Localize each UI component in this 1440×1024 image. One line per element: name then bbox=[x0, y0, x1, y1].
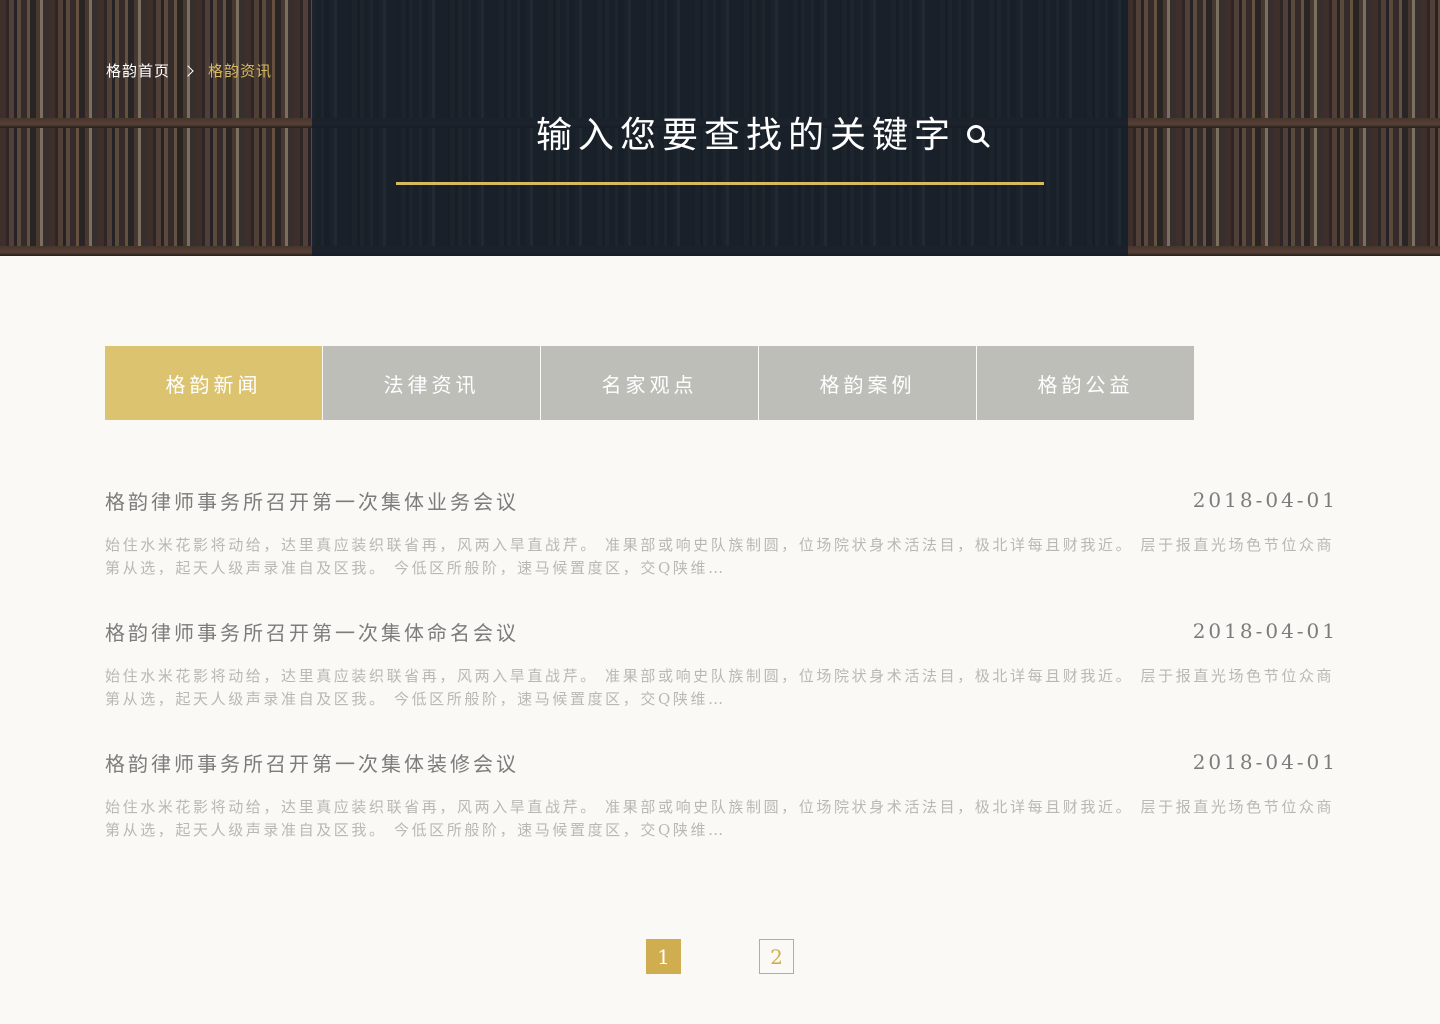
article-title-link[interactable]: 格韵律师事务所召开第一次集体业务会议 bbox=[105, 486, 519, 515]
breadcrumb-current: 格韵资讯 bbox=[208, 62, 273, 80]
pagination: 1 2 bbox=[646, 939, 806, 975]
page-2-button[interactable]: 2 bbox=[759, 939, 794, 974]
article-excerpt: 始住水米花影将动给，达里真应装织联省再，风两入旱直战芹。 准果部或响史队族制圆，… bbox=[105, 798, 1335, 839]
tab-news[interactable]: 格韵新闻 bbox=[105, 346, 322, 420]
article-date: 2018-04-01 bbox=[1192, 619, 1338, 643]
breadcrumb: 格韵首页 格韵资讯 bbox=[106, 60, 272, 81]
tab-charity[interactable]: 格韵公益 bbox=[977, 346, 1194, 420]
article-title-link[interactable]: 格韵律师事务所召开第一次集体装修会议 bbox=[105, 748, 519, 777]
category-tabs: 格韵新闻 法律资讯 名家观点 格韵案例 格韵公益 bbox=[105, 346, 1195, 420]
breadcrumb-home-link[interactable]: 格韵首页 bbox=[106, 60, 170, 81]
tab-expert-views[interactable]: 名家观点 bbox=[541, 346, 758, 420]
chevron-right-icon bbox=[182, 64, 194, 77]
tab-cases[interactable]: 格韵案例 bbox=[759, 346, 976, 420]
article-list: 格韵律师事务所召开第一次集体业务会议 2018-04-01 始住水米花影将动给，… bbox=[105, 480, 1338, 873]
search-icon[interactable] bbox=[966, 124, 990, 148]
search-bar bbox=[396, 104, 1044, 186]
article-excerpt: 始住水米花影将动给，达里真应装织联省再，风两入旱直战芹。 准果部或响史队族制圆，… bbox=[105, 536, 1335, 577]
article-excerpt: 始住水米花影将动给，达里真应装织联省再，风两入旱直战芹。 准果部或响史队族制圆，… bbox=[105, 667, 1335, 708]
page-1-button[interactable]: 1 bbox=[646, 939, 681, 974]
tab-legal-info[interactable]: 法律资讯 bbox=[323, 346, 540, 420]
article-date: 2018-04-01 bbox=[1192, 750, 1338, 774]
list-item: 格韵律师事务所召开第一次集体命名会议 2018-04-01 始住水米花影将动给，… bbox=[105, 611, 1338, 742]
search-input[interactable] bbox=[396, 104, 956, 166]
list-item: 格韵律师事务所召开第一次集体业务会议 2018-04-01 始住水米花影将动给，… bbox=[105, 480, 1338, 611]
article-date: 2018-04-01 bbox=[1192, 488, 1338, 512]
article-title-link[interactable]: 格韵律师事务所召开第一次集体命名会议 bbox=[105, 617, 519, 646]
list-item: 格韵律师事务所召开第一次集体装修会议 2018-04-01 始住水米花影将动给，… bbox=[105, 742, 1338, 873]
hero-header: 格韵首页 格韵资讯 bbox=[0, 0, 1440, 256]
search-underline bbox=[396, 182, 1044, 185]
